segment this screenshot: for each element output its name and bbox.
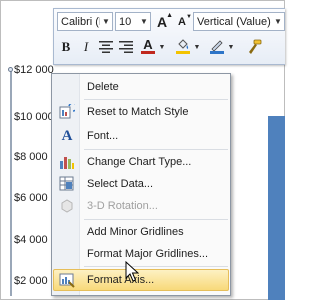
menu-item-label: Format Major Gridlines... [87,248,209,260]
menu-item-label: Format Axis... [87,274,155,286]
align-right-button[interactable] [116,37,136,57]
menu-item-3d-rotation[interactable]: 3-D Rotation... [54,195,228,217]
menu-separator [84,219,228,220]
font-color-dropdown[interactable]: ▼ [158,37,166,57]
align-center-icon [99,41,113,53]
font-name-combo[interactable]: Calibri (E ▼ [57,12,113,31]
axis-tick-label: $6 000 [14,192,48,204]
chart-type-icon [54,151,80,173]
menu-item-delete[interactable]: Delete [54,76,228,98]
menu-item-font[interactable]: A Font... [54,125,228,147]
italic-icon: I [83,39,89,54]
menu-item-reset-to-match-style[interactable]: Reset to Match Style [54,101,228,123]
menu-item-add-minor-gridlines[interactable]: Add Minor Gridlines [54,221,228,243]
axis-tick-label: $8 000 [14,151,48,163]
font-color-button[interactable]: A [138,36,158,56]
menu-item-label: Font... [87,130,119,142]
menu-separator [84,99,228,100]
vertical-value-axis[interactable] [10,70,12,296]
font-name-value: Calibri (E [61,15,100,28]
mini-toolbar: Calibri (E ▼ 10 ▼ A▲ A▼ Vertical (Value)… [53,8,285,65]
blank-icon [54,243,80,265]
menu-item-select-data[interactable]: Select Data... [54,173,228,195]
align-center-button[interactable] [96,37,116,57]
format-painter-icon [249,39,262,54]
align-right-icon [119,41,133,53]
outline-pen-icon [211,39,223,51]
reset-style-icon [54,101,80,123]
outline-color-swatch [210,50,224,54]
format-axis-icon [54,269,80,291]
blank-icon [54,221,80,243]
menu-item-format-major-gridlines[interactable]: Format Major Gridlines... [54,243,228,265]
format-painter-button[interactable] [244,37,264,57]
menu-separator [84,149,228,150]
blank-icon [54,76,80,98]
menu-item-label: Change Chart Type... [87,156,192,168]
axis-selection-handle-top[interactable] [8,67,13,72]
menu-item-label: Reset to Match Style [87,106,189,118]
menu-item-label: Add Minor Gridlines [87,226,184,238]
italic-button[interactable]: I [76,37,96,57]
outline-color-button[interactable] [207,36,227,56]
menu-item-label: Select Data... [87,178,154,190]
chevron-down-icon[interactable]: ▼ [100,13,112,30]
shrink-font-button[interactable]: A ▼ [172,12,192,32]
bold-icon: B [61,39,71,54]
menu-item-label: 3-D Rotation... [87,200,158,212]
outline-color-dropdown[interactable]: ▼ [227,37,235,57]
chevron-down-icon[interactable]: ▼ [138,13,150,30]
menu-item-change-chart-type[interactable]: Change Chart Type... [54,151,228,173]
font-size-combo[interactable]: 10 ▼ [115,12,151,31]
chart-bar[interactable] [268,116,285,300]
3d-rotation-icon [54,195,80,217]
axis-tick-label: $4 000 [14,234,48,246]
menu-item-format-axis[interactable]: Format Axis... [53,269,229,291]
context-menu: Delete Reset to Match Style A Font... Ch… [51,73,231,296]
font-size-value: 10 [119,15,132,28]
menu-item-label: Delete [87,81,119,93]
grow-font-button[interactable]: A ▲ [152,12,174,32]
fill-color-dropdown[interactable]: ▼ [193,37,201,57]
fill-color-swatch [176,50,190,54]
axis-tick-label: $12 000 [14,64,54,76]
chart-element-combo[interactable]: Vertical (Value) ▼ [193,12,285,31]
grow-font-icon: A ▲ [156,12,174,30]
shrink-font-icon: A ▼ [178,14,192,28]
font-icon: A [61,127,73,144]
axis-tick-label: $10 000 [14,111,54,123]
fill-color-button[interactable] [173,36,193,56]
menu-separator [84,266,228,267]
shrink-font-glyph: A [178,16,186,28]
bold-button[interactable]: B [56,37,76,57]
paint-bucket-icon [178,38,189,49]
font-color-icon: A [143,37,153,52]
chart-element-value: Vertical (Value) [197,15,271,28]
chevron-down-icon[interactable]: ▼ [272,13,284,30]
select-data-icon [54,173,80,195]
mouse-pointer-icon [125,261,139,282]
font-color-swatch [141,51,155,54]
